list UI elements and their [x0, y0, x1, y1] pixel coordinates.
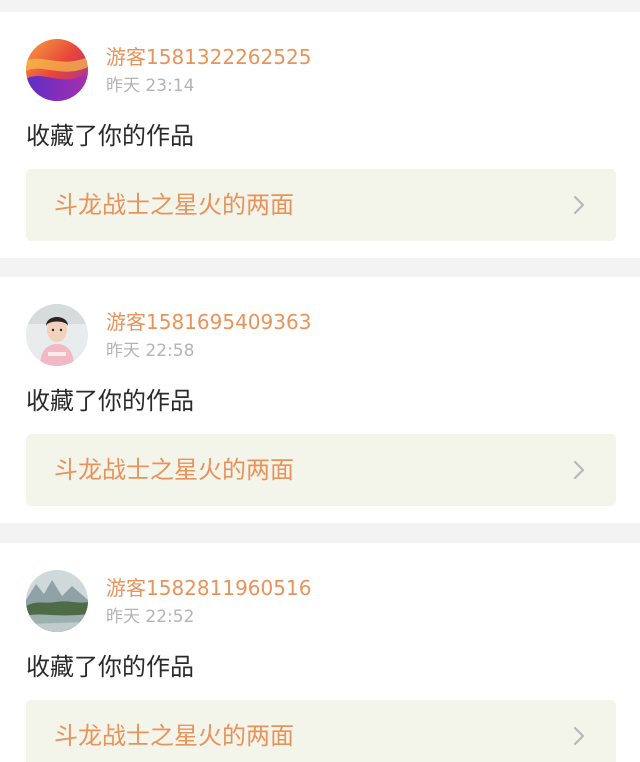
work-link-button[interactable]: 斗龙战士之星火的两面 — [26, 700, 616, 762]
notification-card: 游客1581322262525 昨天 23:14 收藏了你的作品 斗龙战士之星火… — [0, 12, 640, 258]
action-text: 收藏了你的作品 — [26, 653, 194, 681]
landscape-photo-avatar-icon — [26, 570, 88, 632]
user-avatar[interactable] — [26, 304, 88, 366]
work-title: 斗龙战士之星火的两面 — [54, 191, 294, 219]
username[interactable]: 游客1582811960516 — [106, 575, 311, 601]
work-link-button[interactable]: 斗龙战士之星火的两面 — [26, 434, 616, 506]
notification-card: 游客1582811960516 昨天 22:52 收藏了你的作品 斗龙战士之星火… — [0, 543, 640, 762]
user-avatar[interactable] — [26, 570, 88, 632]
notification-card: 游客1581695409363 昨天 22:58 收藏了你的作品 斗龙战士之星火… — [0, 277, 640, 523]
username[interactable]: 游客1581322262525 — [106, 44, 311, 70]
chevron-right-icon — [568, 459, 590, 481]
timestamp: 昨天 22:58 — [106, 341, 195, 361]
user-avatar[interactable] — [26, 39, 88, 101]
timestamp: 昨天 23:14 — [106, 76, 195, 96]
chevron-right-icon — [568, 725, 590, 747]
notification-feed: 游客1581322262525 昨天 23:14 收藏了你的作品 斗龙战士之星火… — [0, 0, 640, 762]
person-photo-avatar-icon — [26, 304, 88, 366]
work-title: 斗龙战士之星火的两面 — [54, 722, 294, 750]
action-text: 收藏了你的作品 — [26, 387, 194, 415]
chevron-right-icon — [568, 194, 590, 216]
timestamp: 昨天 22:52 — [106, 607, 195, 627]
work-link-button[interactable]: 斗龙战士之星火的两面 — [26, 169, 616, 241]
work-title: 斗龙战士之星火的两面 — [54, 456, 294, 484]
username[interactable]: 游客1581695409363 — [106, 309, 311, 335]
action-text: 收藏了你的作品 — [26, 122, 194, 150]
gradient-wave-avatar-icon — [26, 39, 88, 101]
